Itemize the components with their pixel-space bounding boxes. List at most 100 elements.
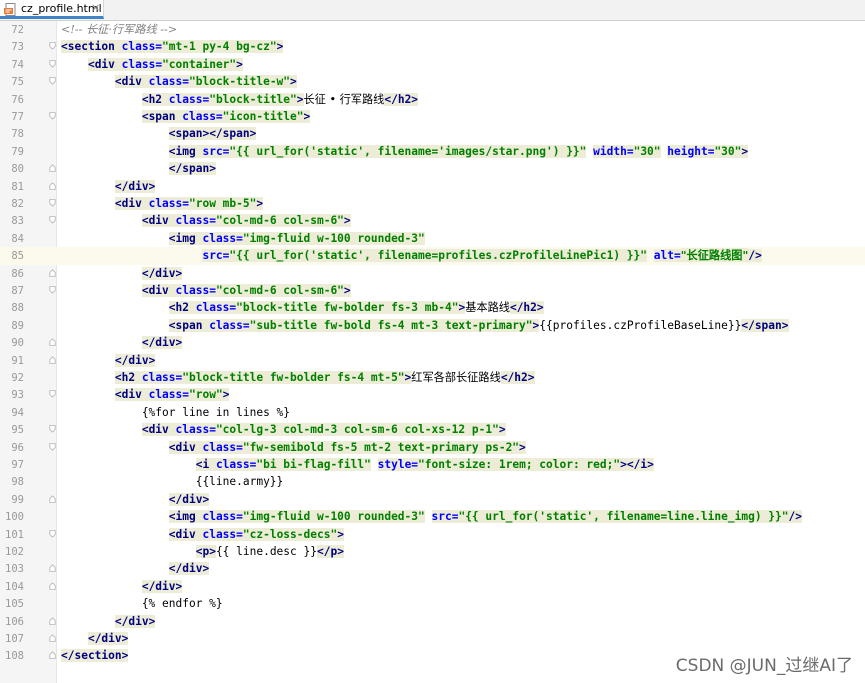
code-line[interactable]: 90 </div>	[0, 334, 865, 351]
code-line[interactable]: 84 <img class="img-fluid w-100 rounded-3…	[0, 230, 865, 247]
code-line[interactable]: 104 </div>	[0, 578, 865, 595]
code-text[interactable]: <span></span>	[61, 126, 257, 141]
code-text[interactable]: </div>	[61, 579, 183, 594]
code-line[interactable]: 88 <h2 class="block-title fw-bolder fs-3…	[0, 299, 865, 316]
code-line[interactable]: 102 <p>{{ line.desc }}</p>	[0, 543, 865, 560]
code-text[interactable]: <div class="col-md-6 col-sm-6">	[61, 283, 351, 298]
code-text[interactable]: src="{{ url_for('static', filename=profi…	[61, 248, 762, 263]
code-line[interactable]: 94 {%for line in lines %}	[0, 404, 865, 421]
code-text[interactable]: <img src="{{ url_for('static', filename=…	[61, 144, 749, 159]
fold-open-icon[interactable]	[49, 529, 56, 538]
fold-open-icon[interactable]	[49, 216, 56, 225]
code-line[interactable]: 92 <h2 class="block-title fw-bolder fs-4…	[0, 369, 865, 386]
fold-close-icon[interactable]	[49, 164, 56, 173]
fold-open-icon[interactable]	[49, 42, 56, 51]
code-text[interactable]: <span class="icon-title">	[61, 109, 311, 124]
code-line[interactable]: 86 </div>	[0, 265, 865, 282]
code-text[interactable]: <!-- 长征·行军路线 -->	[61, 22, 177, 37]
code-line[interactable]: 87 <div class="col-md-6 col-sm-6">	[0, 282, 865, 299]
fold-open-icon[interactable]	[49, 199, 56, 207]
code-text[interactable]: </div>	[61, 353, 156, 368]
code-text[interactable]: <div class="col-md-6 col-sm-6">	[61, 213, 351, 228]
code-line[interactable]: 80 </span>	[0, 160, 865, 177]
code-text[interactable]: <p>{{ line.desc }}</p>	[61, 544, 344, 559]
fold-open-icon[interactable]	[49, 77, 56, 85]
code-text[interactable]: <h2 class="block-title">长征 • 行军路线</h2>	[61, 92, 419, 107]
fold-close-icon[interactable]	[49, 564, 56, 573]
code-line[interactable]: 89 <span class="sub-title fw-bold fs-4 m…	[0, 317, 865, 334]
code-text[interactable]: </section>	[61, 648, 129, 663]
code-line[interactable]: 91 </div>	[0, 352, 865, 369]
code-text[interactable]: </div>	[61, 179, 156, 194]
code-line[interactable]: 105 {% endfor %}	[0, 595, 865, 612]
fold-close-icon[interactable]	[49, 338, 56, 347]
code-line[interactable]: 75 <div class="block-title-w">	[0, 73, 865, 90]
code-line[interactable]: 95 <div class="col-lg-3 col-md-3 col-sm-…	[0, 421, 865, 438]
code-text[interactable]: </span>	[61, 161, 216, 176]
fold-close-icon[interactable]	[49, 181, 56, 190]
code-line[interactable]: 100 <img class="img-fluid w-100 rounded-…	[0, 508, 865, 525]
fold-open-icon[interactable]	[49, 286, 56, 294]
code-text[interactable]: {{line.army}}	[61, 474, 284, 489]
code-line[interactable]: 78 <span></span>	[0, 125, 865, 142]
code-line[interactable]: 73 <section class="mt-1 py-4 bg-cz">	[0, 38, 865, 55]
code-text[interactable]: <img class="img-fluid w-100 rounded-3" s…	[61, 509, 802, 524]
code-text[interactable]: <div class="block-title-w">	[61, 74, 297, 89]
fold-open-icon[interactable]	[49, 390, 56, 399]
code-line[interactable]: 74 <div class="container">	[0, 56, 865, 73]
code-text[interactable]: <i class="bi bi-flag-fill" style="font-s…	[61, 457, 654, 472]
code-text[interactable]: <div class="fw-semibold fs-5 mt-2 text-p…	[61, 440, 526, 455]
code-line[interactable]: 93 <div class="row">	[0, 386, 865, 403]
code-line[interactable]: 81 </div>	[0, 178, 865, 195]
fold-open-icon[interactable]	[49, 425, 56, 433]
code-line[interactable]: 96 <div class="fw-semibold fs-5 mt-2 tex…	[0, 439, 865, 456]
code-text[interactable]: <span class="sub-title fw-bold fs-4 mt-3…	[61, 318, 789, 333]
code-text[interactable]: <div class="row mb-5">	[61, 196, 264, 211]
code-text[interactable]: </div>	[61, 631, 129, 646]
fold-close-icon[interactable]	[49, 355, 56, 364]
fold-open-icon[interactable]	[49, 112, 56, 120]
code-line[interactable]: 97 <i class="bi bi-flag-fill" style="fon…	[0, 456, 865, 473]
code-text[interactable]: {% endfor %}	[61, 596, 223, 611]
code-editor[interactable]: 72 <!-- 长征·行军路线 --> 73 <section class="mt-1…	[0, 21, 865, 683]
code-text[interactable]: </div>	[61, 492, 210, 507]
code-line[interactable]: 101 <div class="cz-loss-decs">	[0, 526, 865, 543]
code-text[interactable]: <div class="container">	[61, 57, 243, 72]
code-line[interactable]: 99 </div>	[0, 491, 865, 508]
code-line[interactable]: 72 <!-- 长征·行军路线 -->	[0, 21, 865, 38]
code-text[interactable]: <h2 class="block-title fw-bolder fs-3 mb…	[61, 300, 544, 315]
code-text[interactable]: <div class="cz-loss-decs">	[61, 527, 344, 542]
code-line[interactable]: 76 <h2 class="block-title">长征 • 行军路线</h2…	[0, 91, 865, 108]
close-tab-icon[interactable]: ×	[91, 1, 100, 14]
code-line[interactable]: 85 src="{{ url_for('static', filename=pr…	[0, 247, 865, 265]
fold-close-icon[interactable]	[49, 495, 56, 503]
fold-close-icon[interactable]	[49, 651, 56, 660]
code-text[interactable]: <div class="col-lg-3 col-md-3 col-sm-6 c…	[61, 422, 506, 437]
fold-close-icon[interactable]	[49, 616, 56, 625]
fold-close-icon[interactable]	[49, 268, 56, 277]
code-line[interactable]: 83 <div class="col-md-6 col-sm-6">	[0, 212, 865, 229]
fold-open-icon[interactable]	[49, 59, 56, 68]
code-text[interactable]: <img class="img-fluid w-100 rounded-3"	[61, 231, 425, 246]
line-number: 107	[5, 633, 24, 645]
code-line[interactable]: 77 <span class="icon-title">	[0, 108, 865, 125]
fold-close-icon[interactable]	[49, 634, 56, 642]
code-text[interactable]: </div>	[61, 335, 183, 350]
file-tab[interactable]: cz_profile.html ×	[0, 0, 104, 19]
code-text[interactable]: <h2 class="block-title fw-bolder fs-4 mt…	[61, 370, 535, 385]
code-text[interactable]: </div>	[61, 266, 183, 281]
fold-open-icon[interactable]	[49, 442, 56, 451]
code-text[interactable]: </div>	[61, 561, 210, 576]
code-line[interactable]: 98 {{line.army}}	[0, 473, 865, 490]
code-area[interactable]: 72 <!-- 长征·行军路线 --> 73 <section class="mt-1…	[0, 21, 865, 683]
code-text[interactable]: <section class="mt-1 py-4 bg-cz">	[61, 39, 284, 54]
code-text[interactable]: </div>	[61, 614, 156, 629]
code-text[interactable]: {%for line in lines %}	[61, 405, 290, 420]
code-line[interactable]: 103 </div>	[0, 560, 865, 577]
code-text[interactable]: <div class="row">	[61, 387, 230, 402]
code-line[interactable]: 107 </div>	[0, 630, 865, 647]
code-line[interactable]: 106 </div>	[0, 613, 865, 630]
fold-close-icon[interactable]	[49, 582, 56, 590]
code-line[interactable]: 82 <div class="row mb-5">	[0, 195, 865, 212]
code-line[interactable]: 79 <img src="{{ url_for('static', filena…	[0, 143, 865, 160]
